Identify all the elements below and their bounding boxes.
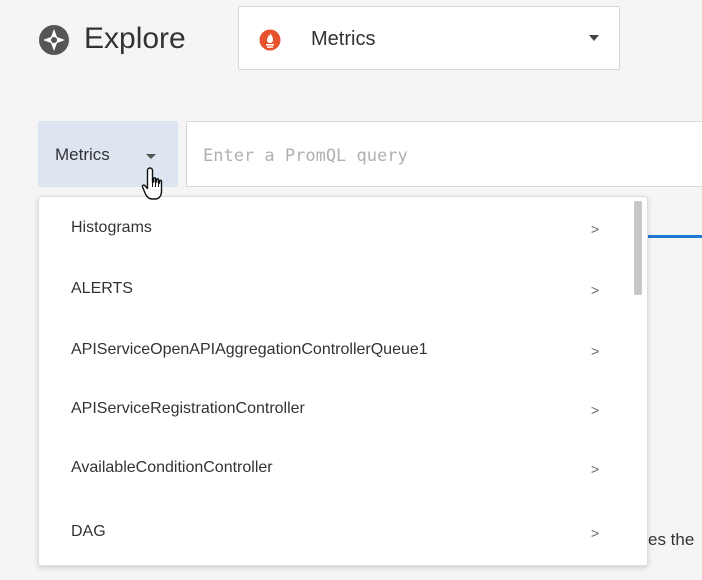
compass-icon — [39, 25, 69, 55]
progress-bar — [645, 235, 702, 238]
query-placeholder: Enter a PromQL query — [203, 146, 408, 166]
prometheus-icon — [259, 29, 281, 51]
explore-header: Explore Metrics — [0, 0, 702, 95]
menu-item-alerts[interactable]: ALERTS > — [39, 260, 629, 318]
menu-item-label: APIServiceOpenAPIAggregationControllerQu… — [71, 341, 428, 358]
caret-down-icon[interactable] — [589, 35, 599, 41]
datasource-label: Metrics — [311, 28, 376, 50]
page-title: Explore — [84, 22, 186, 55]
menu-item-label: AvailableConditionController — [71, 459, 273, 476]
chevron-right-icon: > — [591, 461, 600, 477]
menu-item-histograms[interactable]: Histograms > — [39, 199, 629, 257]
menu-item-available-condition[interactable]: AvailableConditionController > — [39, 439, 629, 497]
caret-down-icon — [146, 154, 156, 159]
scrollbar-thumb[interactable] — [634, 201, 642, 295]
menu-item-label: ALERTS — [71, 280, 133, 297]
chevron-right-icon: > — [591, 402, 600, 418]
metrics-dropdown-menu[interactable]: Histograms > ALERTS > APIServiceOpenAPIA… — [38, 196, 648, 566]
menu-item-label: DAG — [71, 523, 106, 540]
chevron-right-icon: > — [591, 343, 600, 359]
hand-pointer-icon — [141, 167, 163, 200]
menu-item-label: Histograms — [71, 219, 152, 236]
chevron-right-icon: > — [591, 525, 600, 541]
menu-item-apiservice-openapi[interactable]: APIServiceOpenAPIAggregationControllerQu… — [39, 321, 629, 379]
metrics-button-label: Metrics — [55, 145, 110, 164]
chevron-right-icon: > — [591, 282, 600, 298]
menu-item-apiservice-registration[interactable]: APIServiceRegistrationController > — [39, 380, 629, 438]
datasource-picker[interactable]: Metrics — [238, 6, 620, 70]
chevron-right-icon: > — [591, 221, 600, 237]
truncated-text: es the — [648, 530, 695, 549]
query-input[interactable]: Enter a PromQL query — [186, 121, 702, 187]
menu-item-dag[interactable]: DAG > — [39, 503, 629, 561]
menu-item-label: APIServiceRegistrationController — [71, 400, 305, 417]
